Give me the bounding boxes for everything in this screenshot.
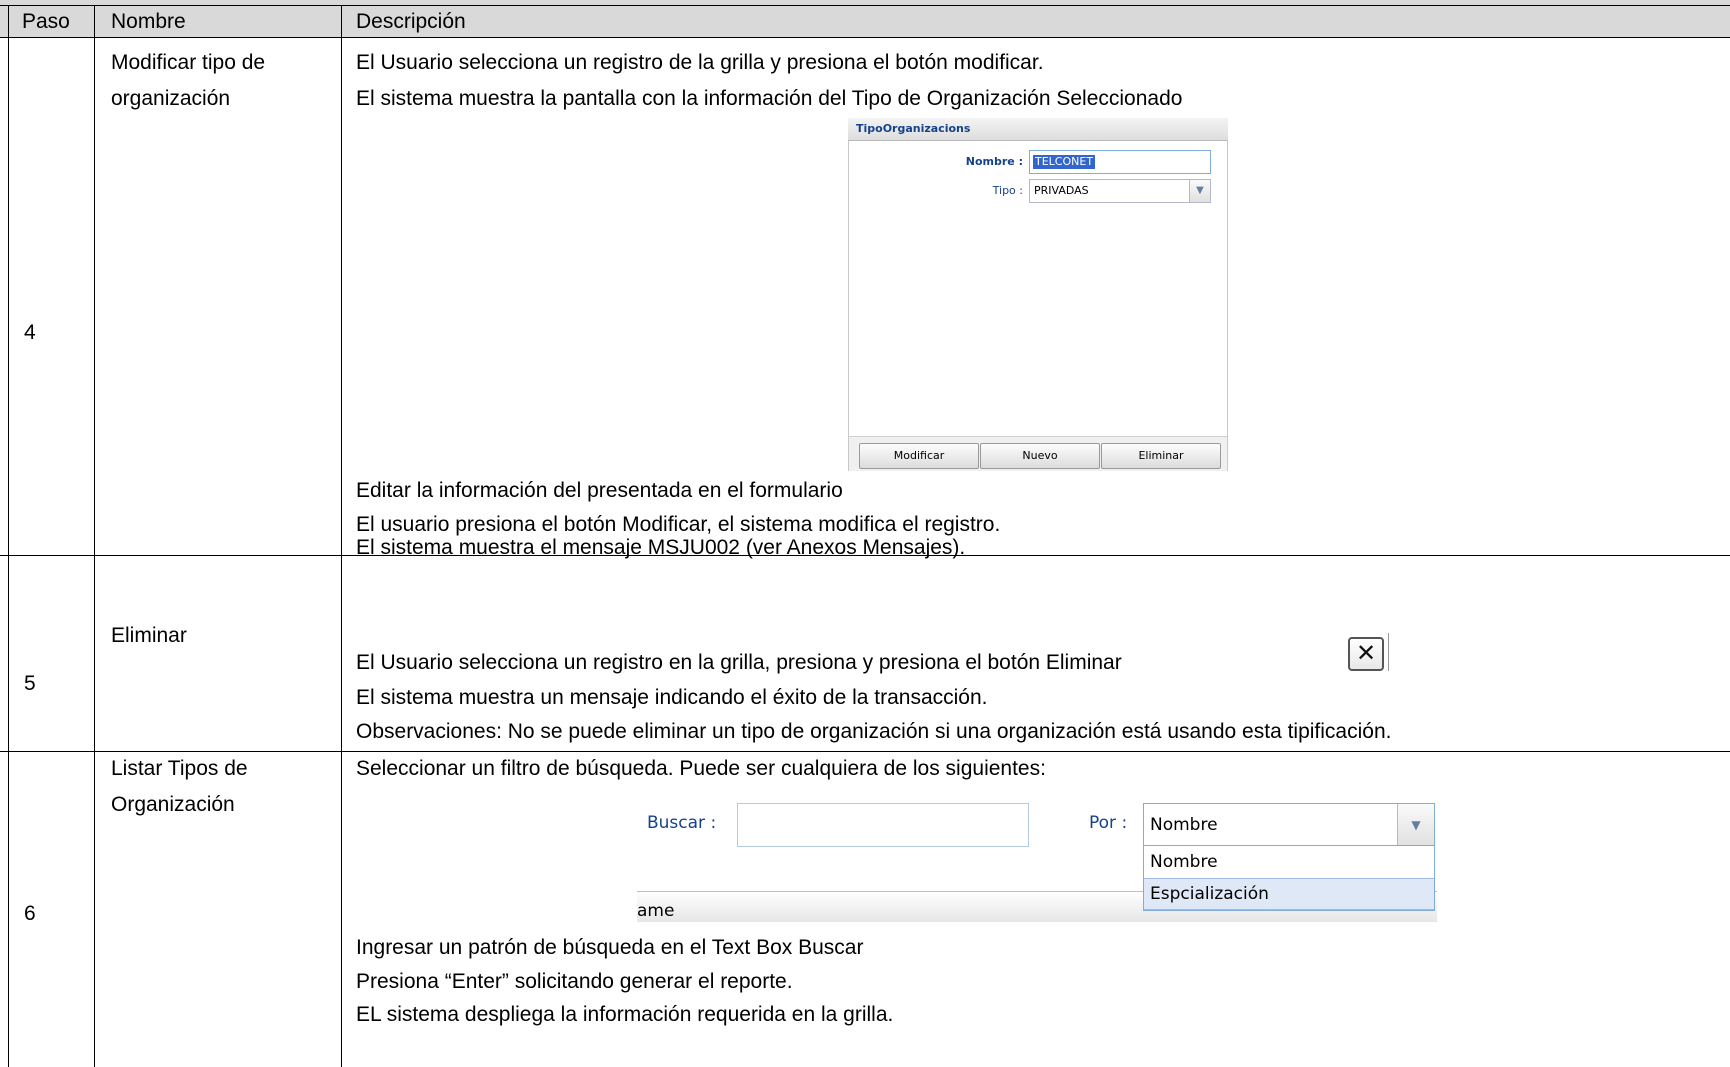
buscar-label: Buscar : <box>647 813 717 833</box>
row-4-desc-line-1: El Usuario selecciona un registro de la … <box>356 51 1044 74</box>
row-5-desc-line-1: El Usuario selecciona un registro en la … <box>356 651 1122 674</box>
row-6-nombre-line-2: Organización <box>111 793 235 816</box>
eliminar-button[interactable]: Eliminar <box>1101 443 1221 469</box>
grid-header-label: ame <box>637 901 675 921</box>
row-5-nombre: Eliminar <box>111 624 187 647</box>
tipo-organizacion-form: TipoOrganizacions Nombre : TELCONET Tipo… <box>848 118 1228 472</box>
form-title-bar: TipoOrganizacions <box>848 118 1228 141</box>
table-left-border <box>8 5 9 1067</box>
row-4-desc-line-2: El sistema muestra la pantalla con la in… <box>356 87 1183 110</box>
table-header-divider <box>0 37 1730 38</box>
nombre-label: Nombre : <box>965 155 1023 168</box>
option-nombre[interactable]: Nombre <box>1144 847 1434 877</box>
por-select-value: Nombre <box>1150 815 1218 835</box>
row-5-bottom-border <box>0 751 1730 752</box>
row-6-desc-line-4: EL sistema despliega la información requ… <box>356 1003 894 1026</box>
row-4-desc-line-5: El sistema muestra el mensaje MSJU002 (v… <box>356 536 966 559</box>
row-4-desc-line-3: Editar la información del presentada en … <box>356 479 843 502</box>
header-paso: Paso <box>22 10 70 33</box>
tipo-select-value: PRIVADAS <box>1034 184 1089 197</box>
column-divider-paso <box>94 5 95 1067</box>
chevron-down-icon[interactable]: ▼ <box>1397 804 1434 846</box>
tipo-label: Tipo : <box>992 184 1023 197</box>
option-especializacion[interactable]: Espcialización <box>1144 878 1434 910</box>
icon-edge-divider <box>1388 633 1389 671</box>
row-4-nombre-line-2: organización <box>111 87 231 110</box>
tipo-select[interactable]: PRIVADAS ▼ <box>1029 179 1211 203</box>
por-dropdown-list: Nombre Espcialización <box>1143 845 1435 911</box>
search-filter-panel: Buscar : Por : Nombre ▼ Nombre Espcializ… <box>637 795 1437 925</box>
row-5-desc-line-2: El sistema muestra un mensaje indicando … <box>356 686 988 709</box>
row-4-paso: 4 <box>24 321 36 344</box>
row-6-nombre-line-1: Listar Tipos de <box>111 757 248 780</box>
header-descripcion: Descripción <box>356 10 466 33</box>
header-nombre: Nombre <box>111 10 186 33</box>
row-6-desc-line-1: Seleccionar un filtro de búsqueda. Puede… <box>356 757 1046 780</box>
form-title: TipoOrganizacions <box>856 122 971 135</box>
column-divider-nombre <box>341 5 342 1067</box>
nombre-field-value: TELCONET <box>1033 155 1096 169</box>
chevron-down-icon[interactable]: ▼ <box>1189 180 1210 202</box>
row-6-desc-line-3: Presiona “Enter” solicitando generar el … <box>356 970 793 993</box>
por-select[interactable]: Nombre ▼ <box>1143 803 1435 847</box>
form-body: Nombre : TELCONET Tipo : PRIVADAS ▼ Modi… <box>848 141 1228 471</box>
row-6-paso: 6 <box>24 902 36 925</box>
search-input[interactable] <box>737 803 1029 847</box>
row-4-nombre-line-1: Modificar tipo de <box>111 51 266 74</box>
nombre-field[interactable]: TELCONET <box>1029 150 1211 174</box>
row-4-desc-line-4: El usuario presiona el botón Modificar, … <box>356 513 1001 536</box>
row-5-desc-line-3: Observaciones: No se puede eliminar un t… <box>356 720 1392 743</box>
nuevo-button[interactable]: Nuevo <box>980 443 1100 469</box>
row-6-desc-line-2: Ingresar un patrón de búsqueda en el Tex… <box>356 936 864 959</box>
table-top-border <box>0 5 1730 6</box>
form-toolbar: Modificar Nuevo Eliminar <box>849 436 1227 471</box>
por-label: Por : <box>1089 813 1128 833</box>
modificar-button[interactable]: Modificar <box>859 443 979 469</box>
row-5-paso: 5 <box>24 672 36 695</box>
close-icon[interactable]: ✕ <box>1348 637 1384 671</box>
